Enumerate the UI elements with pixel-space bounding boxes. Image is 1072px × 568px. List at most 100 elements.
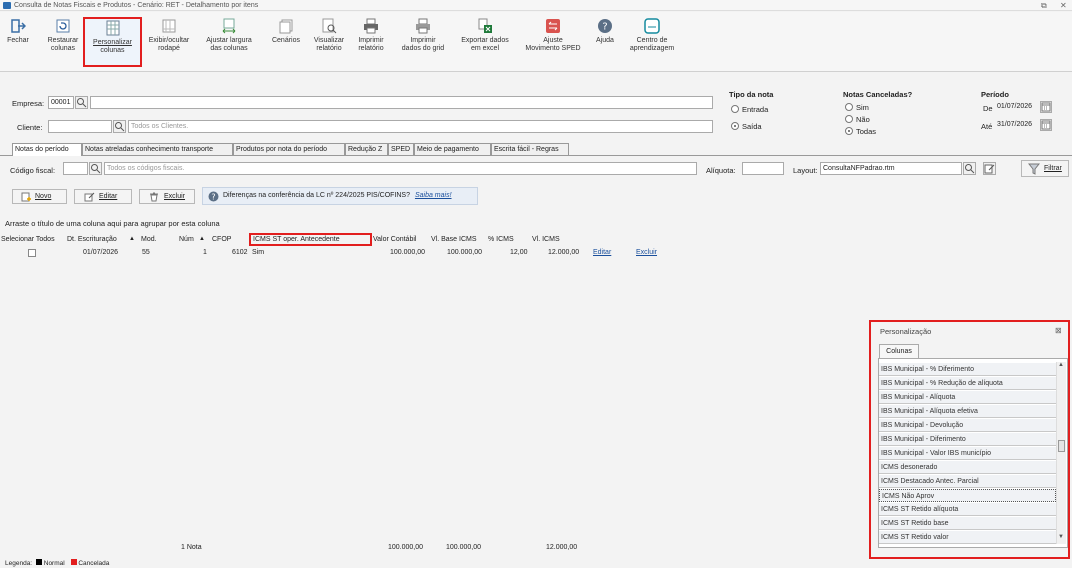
tab-escrita-facil[interactable]: Escrita fácil - Regras (491, 143, 569, 155)
canc-todas-radio[interactable] (845, 127, 853, 135)
cell-vl-base-icms: 100.000,00 (447, 249, 483, 256)
empresa-search-button[interactable] (75, 96, 88, 109)
header-icms-st-oper-antecedente[interactable]: ICMS ST oper. Antecedente (249, 233, 372, 246)
visualizar-relatorio-button[interactable]: Visualizar relatório (310, 18, 348, 53)
list-item[interactable]: IBS Municipal - Devolução (879, 419, 1056, 432)
codigo-fiscal-search-button[interactable] (89, 162, 102, 175)
ajustar-largura-button[interactable]: Ajustar largura das colunas (201, 18, 257, 53)
list-item[interactable]: ICMS ST Retido base (879, 517, 1056, 530)
layout-search-button[interactable] (963, 162, 976, 175)
cell-icms-st: Sim (252, 249, 265, 256)
data-de-calendar-button[interactable] (1040, 101, 1052, 113)
empresa-name-field[interactable] (90, 96, 713, 109)
list-item[interactable]: IBS Municipal - Diferimento (879, 433, 1056, 446)
empresa-code-field[interactable]: 00001 (48, 96, 74, 109)
codigo-fiscal-desc-field[interactable]: Todos os códigos fiscais. (104, 162, 697, 175)
list-item-focused[interactable]: ICMS Não Aprov (879, 489, 1056, 502)
row-editar-link[interactable]: Editar (593, 248, 611, 258)
tipo-saida-radio[interactable] (731, 122, 739, 130)
window-titlebar: Consulta de Notas Fiscais e Produtos - C… (0, 0, 1072, 11)
list-item[interactable]: IBS Municipal - % Diferimento (879, 363, 1056, 376)
header-num[interactable]: Núm (179, 233, 194, 246)
imprimir-relatorio-button[interactable]: Imprimir relatório (353, 18, 389, 53)
data-de-field[interactable]: 01/07/2026 (995, 101, 1039, 114)
personalizar-colunas-button[interactable]: Personalizar colunas (83, 17, 142, 67)
list-item[interactable]: IBS Municipal - Valor IBS município (879, 447, 1056, 460)
list-item[interactable]: ICMS ST Retido valor (879, 531, 1056, 544)
canc-sim-radio[interactable] (845, 103, 853, 111)
header-valor-contabil[interactable]: Valor Contábil (373, 233, 416, 246)
close-panel-icon[interactable]: ⊠ (1055, 326, 1062, 335)
exibir-ocultar-rodape-button[interactable]: Exibir/ocultar rodapé (143, 18, 195, 53)
saiba-mais-link[interactable]: Saiba mais! (415, 192, 452, 199)
data-ate-field[interactable]: 31/07/2026 (995, 119, 1039, 132)
novo-button[interactable]: Novo (12, 189, 67, 204)
cenarios-button[interactable]: Cenários (268, 18, 304, 45)
cell-pct-icms: 12,00 (510, 249, 528, 256)
layout-field[interactable]: ConsultaNFPadrao.rtm (820, 162, 962, 175)
group-by-hint: Arraste o título de uma coluna aqui para… (5, 219, 220, 228)
columns-list-scrollbar[interactable]: ▲ ▼ (1056, 362, 1066, 544)
search-icon (91, 164, 101, 174)
row-excluir-link[interactable]: Excluir (636, 248, 657, 258)
tab-notas-periodo[interactable]: Notas do período (12, 143, 82, 156)
ajuda-button[interactable]: ? Ajuda (591, 18, 619, 45)
tab-colunas[interactable]: Colunas (879, 344, 919, 358)
list-item[interactable]: IBS Municipal - Alíquota efetiva (879, 405, 1056, 418)
ajuste-movimento-sped-button[interactable]: Ajuste Movimento SPED (519, 18, 587, 53)
layout-edit-button[interactable] (983, 162, 996, 175)
canc-nao-radio[interactable] (845, 115, 853, 123)
excluir-button[interactable]: Excluir (139, 189, 195, 204)
cliente-search-button[interactable] (113, 120, 126, 133)
header-dt-escrituracao[interactable]: Dt. Escrituração (67, 233, 117, 246)
list-item[interactable]: IBS Municipal - % Redução de alíquota (879, 377, 1056, 390)
tab-produtos-nota[interactable]: Produtos por nota do período (233, 143, 345, 155)
tab-meio-pagamento[interactable]: Meio de pagamento (414, 143, 491, 155)
list-item[interactable]: IBS Municipal - Alíquota (879, 391, 1056, 404)
header-selecionar-todos[interactable]: Selecionar Todos (1, 233, 55, 246)
info-banner: ? Diferenças na conferência da LC nº 224… (202, 187, 478, 205)
aliquota-field[interactable] (742, 162, 784, 175)
codigo-fiscal-field[interactable] (63, 162, 88, 175)
list-item[interactable]: ICMS desonerado (879, 461, 1056, 474)
cliente-code-field[interactable] (48, 120, 112, 133)
canc-todas-label: Todas (856, 127, 877, 136)
footer-vl-base-icms: 100.000,00 (446, 544, 482, 551)
restaurar-colunas-button[interactable]: Restaurar colunas (44, 18, 82, 53)
imprimir-dados-grid-button[interactable]: Imprimir dados do grid (396, 18, 450, 53)
restore-window-icon[interactable]: ⧉ (1041, 0, 1047, 11)
excel-icon (478, 18, 492, 33)
header-vl-base-icms[interactable]: Vl. Base ICMS (431, 233, 477, 246)
aliquota-label: Alíquota: (706, 166, 736, 175)
header-pct-icms[interactable]: % ICMS (488, 233, 514, 246)
header-cfop[interactable]: CFOP (212, 233, 231, 246)
legend-normal-label: Normal (43, 560, 65, 567)
header-mod[interactable]: Mod. (141, 233, 157, 246)
header-vl-icms[interactable]: Vl. ICMS (532, 233, 560, 246)
cell-cfop: 6102 (232, 249, 248, 256)
scroll-up-icon[interactable]: ▲ (1058, 362, 1064, 368)
row-select-checkbox[interactable] (28, 249, 36, 257)
exportar-excel-button[interactable]: Exportar dados em excel (455, 18, 515, 53)
tab-sped[interactable]: SPED (388, 143, 414, 155)
fechar-button[interactable]: Fechar (4, 18, 32, 45)
data-ate-calendar-button[interactable] (1040, 119, 1052, 131)
tipo-entrada-radio[interactable] (731, 105, 739, 113)
print-icon (364, 18, 378, 34)
list-item[interactable]: ICMS Destacado Antec. Parcial (879, 475, 1056, 488)
filtrar-button[interactable]: Filtrar (1021, 160, 1069, 177)
footer-count: 1 Nota (181, 544, 202, 551)
scroll-down-icon[interactable]: ▼ (1058, 534, 1064, 540)
canc-nao-label: Não (856, 115, 870, 124)
scrollbar-thumb[interactable] (1058, 440, 1065, 452)
editar-button[interactable]: Editar (74, 189, 132, 204)
tab-notas-atreladas[interactable]: Notas atreladas conhecimento transporte (82, 143, 233, 155)
cliente-name-field[interactable]: Todos os Clientes. (128, 120, 713, 133)
footer-valor-contabil: 100.000,00 (388, 544, 424, 551)
info-icon: ? (208, 191, 219, 202)
close-window-icon[interactable]: ✕ (1060, 0, 1067, 11)
list-item[interactable]: ICMS ST Retido alíquota (879, 503, 1056, 516)
tab-reducao-z[interactable]: Redução Z (345, 143, 388, 155)
help-icon: ? (598, 19, 612, 33)
centro-aprendizagem-button[interactable]: Centro de aprendizagem (623, 18, 681, 53)
